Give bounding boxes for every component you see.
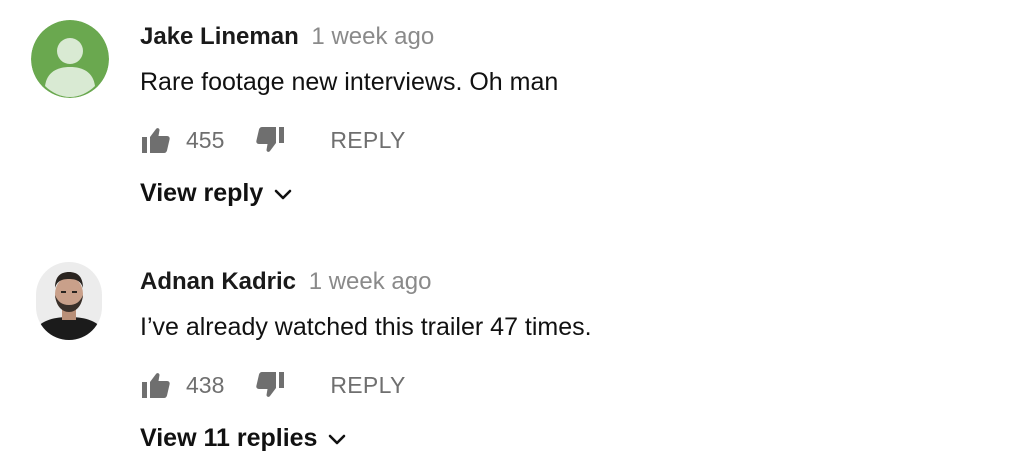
author-name[interactable]: Adnan Kadric — [140, 268, 296, 295]
dislike-button[interactable] — [254, 124, 286, 156]
view-replies-button[interactable]: View reply — [140, 179, 293, 208]
comment-text: Rare footage new interviews. Oh man — [140, 68, 559, 96]
chevron-down-icon — [273, 184, 293, 204]
comment-actions: 455 REPLY — [140, 124, 406, 156]
view-replies-label: View 11 replies — [140, 424, 318, 452]
author-line: Adnan Kadric 1 week ago — [140, 267, 431, 297]
timestamp[interactable]: 1 week ago — [309, 268, 432, 295]
thumbs-up-icon — [142, 373, 170, 398]
thumbs-down-icon — [256, 127, 285, 152]
like-count: 455 — [186, 126, 225, 153]
avatar[interactable] — [31, 20, 109, 98]
comment-item: Adnan Kadric 1 week ago I’ve already wat… — [0, 245, 1024, 462]
thumbs-down-icon — [256, 372, 285, 397]
like-count: 438 — [186, 371, 225, 398]
chevron-down-icon — [327, 429, 347, 449]
comment-text: I’ve already watched this trailer 47 tim… — [140, 313, 592, 341]
avatar[interactable] — [36, 262, 102, 340]
dislike-button[interactable] — [254, 369, 286, 401]
reply-button[interactable]: REPLY — [330, 127, 405, 154]
view-replies-label: View reply — [140, 179, 264, 207]
author-name[interactable]: Jake Lineman — [140, 23, 299, 50]
author-line: Jake Lineman 1 week ago — [140, 22, 434, 52]
thumbs-up-icon — [142, 128, 170, 153]
default-user-avatar-icon — [31, 20, 109, 98]
view-replies-button[interactable]: View 11 replies — [140, 424, 347, 453]
like-button[interactable] — [140, 124, 172, 156]
like-button[interactable] — [140, 369, 172, 401]
reply-button[interactable]: REPLY — [330, 372, 405, 399]
comments-section: Jake Lineman 1 week ago Rare footage new… — [0, 0, 1024, 462]
comment-actions: 438 REPLY — [140, 369, 406, 401]
user-photo-avatar-icon — [36, 262, 102, 340]
comment-item: Jake Lineman 1 week ago Rare footage new… — [0, 0, 1024, 230]
timestamp[interactable]: 1 week ago — [311, 23, 434, 50]
